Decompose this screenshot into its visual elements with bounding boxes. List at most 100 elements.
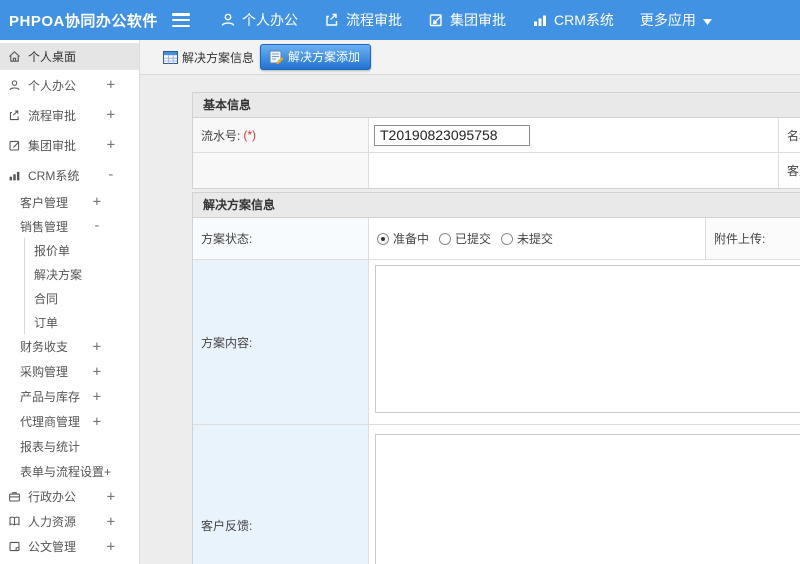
nav-process-approval[interactable]: 流程审批 bbox=[324, 10, 402, 30]
status-label-cell: 方案状态: bbox=[193, 218, 369, 259]
sidebar-item-label: 采购管理 bbox=[20, 365, 69, 379]
sidebar-item-sales-mgmt[interactable]: 销售管理 - bbox=[0, 214, 139, 238]
sidebar-item-admin-office[interactable]: 行政办公 + bbox=[0, 484, 139, 509]
expand-icon[interactable]: + bbox=[93, 389, 101, 405]
serial-label: 流水号: bbox=[201, 128, 241, 143]
nav-personal-office[interactable]: 个人办公 bbox=[220, 10, 298, 30]
sidebar-item-contract[interactable]: 合同 bbox=[24, 286, 139, 310]
nav-group-approval[interactable]: 集团审批 bbox=[428, 10, 506, 30]
sidebar-item-human-resources[interactable]: 人力资源 + bbox=[0, 509, 139, 534]
tab-label: 解决方案信息 bbox=[182, 50, 255, 65]
customer-row: 客户: bbox=[193, 153, 800, 188]
person-icon bbox=[8, 79, 22, 92]
status-label: 方案状态: bbox=[201, 232, 253, 246]
sidebar-item-finance[interactable]: 财务收支 + bbox=[0, 334, 139, 359]
tab-solution-add[interactable]: 解决方案添加 bbox=[260, 44, 372, 70]
feedback-label-cell: 客户反馈: bbox=[193, 425, 369, 564]
sidebar-item-reports-stats[interactable]: 报表与统计 bbox=[0, 434, 139, 459]
section-title-solution: 解决方案信息 bbox=[193, 193, 800, 218]
sidebar-item-label: 个人办公 bbox=[28, 78, 77, 93]
sidebar-item-personal-office[interactable]: 个人办公 + bbox=[0, 70, 139, 100]
content-row: 方案内容: bbox=[193, 260, 800, 425]
empty-content-cell bbox=[369, 153, 779, 188]
flow-approval-icon bbox=[8, 109, 22, 122]
collapse-icon[interactable]: - bbox=[107, 167, 115, 183]
sidebar-item-label: 产品与库存 bbox=[20, 390, 81, 404]
solution-info-table: 解决方案信息 方案状态: 准备中 已提交 未提交 附件上传: 方案内容: 客户反… bbox=[192, 192, 800, 564]
book-icon bbox=[8, 515, 22, 528]
sidebar-item-quotation[interactable]: 报价单 bbox=[24, 238, 139, 262]
tab-label: 解决方案添加 bbox=[288, 50, 361, 64]
sidebar-item-document-mgmt[interactable]: 公文管理 + bbox=[0, 534, 139, 559]
status-options-cell: 准备中 已提交 未提交 bbox=[369, 218, 706, 259]
radio-unselected-icon[interactable] bbox=[439, 232, 452, 245]
customer-label-cell: 客户: bbox=[779, 153, 800, 188]
solution-content-textarea[interactable] bbox=[375, 265, 800, 413]
sidebar-item-process-approval[interactable]: 流程审批 + bbox=[0, 100, 139, 130]
expand-icon[interactable]: + bbox=[107, 539, 115, 555]
nav-more-apps[interactable]: 更多应用 bbox=[640, 10, 712, 30]
expand-icon[interactable]: + bbox=[93, 194, 101, 210]
name-label-cell: 名称: bbox=[779, 118, 800, 152]
sidebar-item-purchasing[interactable]: 采购管理 + bbox=[0, 359, 139, 384]
sidebar-item-crm-system[interactable]: CRM系统 - bbox=[0, 160, 139, 190]
home-icon bbox=[8, 50, 22, 63]
feedback-label: 客户反馈: bbox=[201, 518, 253, 533]
expand-icon[interactable]: + bbox=[107, 489, 115, 505]
name-label: 名称: bbox=[787, 128, 800, 143]
attachment-label: 附件上传: bbox=[714, 232, 766, 246]
bar-chart-icon bbox=[8, 169, 22, 182]
nav-crm-system[interactable]: CRM系统 bbox=[532, 10, 614, 30]
radio-option-not-submitted[interactable]: 未提交 bbox=[501, 230, 553, 247]
edit-square-icon bbox=[428, 12, 444, 28]
hamburger-menu-icon[interactable] bbox=[172, 13, 190, 27]
collapse-icon[interactable]: - bbox=[93, 218, 101, 234]
top-nav: 个人办公 流程审批 集团审批 CRM系统 更多应用 bbox=[220, 10, 738, 30]
sidebar-item-label: 合同 bbox=[34, 291, 59, 306]
serial-input-cell bbox=[369, 118, 779, 152]
radio-label: 准备中 bbox=[393, 232, 430, 246]
nav-label: 更多应用 bbox=[639, 12, 696, 28]
customer-label: 客户: bbox=[787, 164, 800, 178]
feedback-row: 客户反馈: bbox=[193, 425, 800, 564]
status-row: 方案状态: 准备中 已提交 未提交 附件上传: bbox=[193, 218, 800, 260]
radio-option-preparing[interactable]: 准备中 bbox=[377, 230, 429, 247]
sidebar-item-label: CRM系统 bbox=[28, 168, 80, 183]
main-content: 基本信息 流水号: (*) 名称: 客户: 解决方案信息 方案状态: bbox=[140, 76, 800, 564]
empty-label-cell bbox=[193, 153, 369, 188]
sidebar-item-group-approval[interactable]: 集团审批 + bbox=[0, 130, 139, 160]
sidebar-item-solution[interactable]: 解决方案 bbox=[24, 262, 139, 286]
expand-icon[interactable]: + bbox=[107, 77, 115, 93]
edit-square-icon bbox=[8, 139, 22, 152]
sidebar-item-label: 订单 bbox=[34, 315, 59, 330]
expand-icon[interactable]: + bbox=[93, 364, 101, 380]
serial-number-input[interactable] bbox=[374, 124, 530, 146]
tab-solution-info[interactable]: 解决方案信息 bbox=[163, 49, 254, 66]
sidebar-item-agent-mgmt[interactable]: 代理商管理 + bbox=[0, 409, 139, 434]
expand-icon[interactable]: + bbox=[107, 137, 115, 153]
expand-icon[interactable]: + bbox=[93, 339, 101, 355]
sidebar-item-customer-mgmt[interactable]: 客户管理 + bbox=[0, 190, 139, 214]
sidebar-item-label: 行政办公 bbox=[28, 490, 77, 504]
sidebar-item-label: 个人桌面 bbox=[28, 50, 77, 64]
expand-icon[interactable]: + bbox=[107, 514, 115, 530]
expand-icon[interactable]: + bbox=[107, 107, 115, 123]
sidebar-item-product-inventory[interactable]: 产品与库存 + bbox=[0, 384, 139, 409]
sidebar-item-order[interactable]: 订单 bbox=[24, 310, 139, 334]
radio-unselected-icon[interactable] bbox=[501, 232, 514, 245]
serial-label-cell: 流水号: (*) bbox=[193, 118, 369, 152]
briefcase-icon bbox=[8, 490, 22, 503]
expand-icon[interactable]: + bbox=[93, 414, 101, 430]
flow-approval-icon bbox=[324, 12, 340, 28]
sidebar-item-label: 公文管理 bbox=[28, 540, 77, 554]
sidebar-nav: 个人桌面 个人办公 + 流程审批 + 集团审批 + CRM系统 - 客户管理 +… bbox=[0, 40, 140, 564]
sidebar-item-personal-desktop[interactable]: 个人桌面 bbox=[0, 43, 139, 70]
caret-down-icon bbox=[702, 12, 712, 28]
serial-row: 流水号: (*) 名称: bbox=[193, 118, 800, 153]
radio-option-submitted[interactable]: 已提交 bbox=[439, 230, 491, 247]
radio-selected-icon[interactable] bbox=[377, 232, 389, 245]
required-mark: (*) bbox=[243, 128, 257, 142]
sidebar-item-form-flow-settings[interactable]: 表单与流程设置+ bbox=[0, 459, 139, 484]
sidebar-item-label: 销售管理 bbox=[20, 219, 69, 234]
customer-feedback-textarea[interactable] bbox=[375, 434, 800, 564]
